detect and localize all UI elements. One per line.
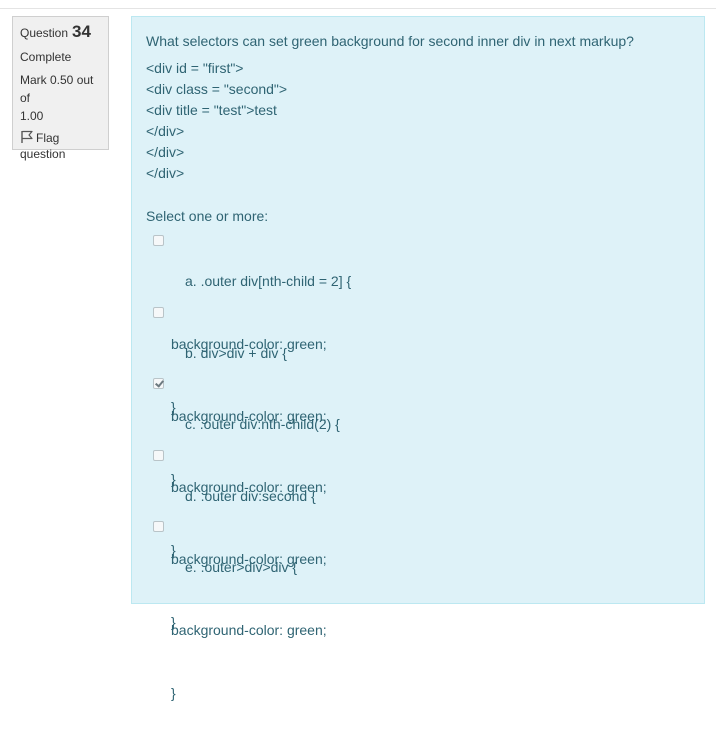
option-d-checkbox[interactable] [153, 449, 164, 461]
question-number-heading: Question 34 [20, 23, 101, 45]
answer-options: a. .outer div[nth-child = 2] { backgroun… [146, 229, 686, 701]
answer-option-b[interactable]: b. div>div + div { background-color: gre… [146, 301, 686, 487]
option-b-letter: b. [185, 344, 197, 361]
markup-code-block: <div id = "first"> <div class = "second"… [146, 58, 634, 184]
markup-line: <div class = "second"> [146, 81, 288, 97]
option-e-line-2: background-color: green; [171, 622, 327, 638]
flag-label-line-1: Flag [36, 131, 60, 145]
option-a-checkbox[interactable] [153, 235, 164, 246]
option-d-letter: d. [185, 487, 197, 504]
flag-icon [20, 130, 34, 144]
markup-line: </div> [146, 123, 185, 139]
grade-line-1: Mark 0.50 out of [20, 73, 94, 105]
answer-option-c[interactable]: c. .outer div:nth-child(2) { background-… [146, 372, 686, 558]
select-prompt: Select one or more: [146, 208, 269, 224]
option-c-checkbox[interactable] [153, 378, 164, 389]
answer-option-d[interactable]: d. .outer div:second { background-color:… [146, 444, 686, 630]
question-grade: Mark 0.50 out of 1.00 [20, 71, 101, 125]
option-a-letter: a. [185, 273, 197, 289]
answer-option-a[interactable]: a. .outer div[nth-child = 2] { backgroun… [146, 229, 686, 415]
option-e-text: e. .outer>div>div { background-color: gr… [171, 515, 327, 746]
option-a-line-1: .outer div[nth-child = 2] { [200, 273, 352, 289]
question-label: Question [20, 26, 69, 40]
question-formulation-panel: What selectors can set green background … [131, 16, 705, 701]
question-number: 34 [72, 22, 91, 41]
option-d-line-1: .outer div:second { [200, 487, 316, 504]
markup-line: <div title = "test">test [146, 102, 277, 118]
option-c-line-1: .outer div:nth-child(2) { [199, 416, 340, 432]
question-text: What selectors can set green background … [146, 31, 634, 184]
option-e-line-3: } [171, 685, 176, 701]
option-b-line-1: div>div + div { [200, 344, 287, 361]
flag-label-line-2: question [20, 147, 66, 161]
question-info-panel: Question 34 Complete Mark 0.50 out of 1.… [12, 16, 109, 161]
question-state: Complete [20, 50, 72, 64]
option-e-checkbox[interactable] [153, 521, 164, 532]
grade-line-2: 1.00 [20, 109, 44, 123]
markup-line: </div> [146, 144, 185, 160]
markup-line: </div> [146, 165, 185, 181]
option-b-checkbox[interactable] [153, 306, 164, 318]
option-e-line-1: .outer>div>div { [200, 559, 298, 575]
flag-question-link[interactable]: Flag question [20, 130, 101, 162]
question-prompt-text: What selectors can set green background … [146, 33, 634, 49]
markup-line: <div id = "first"> [146, 60, 244, 76]
option-c-letter: c. [185, 416, 196, 432]
answer-option-e[interactable]: e. .outer>div>div { background-color: gr… [146, 515, 686, 701]
top-divider [0, 8, 716, 9]
option-e-letter: e. [185, 559, 197, 575]
